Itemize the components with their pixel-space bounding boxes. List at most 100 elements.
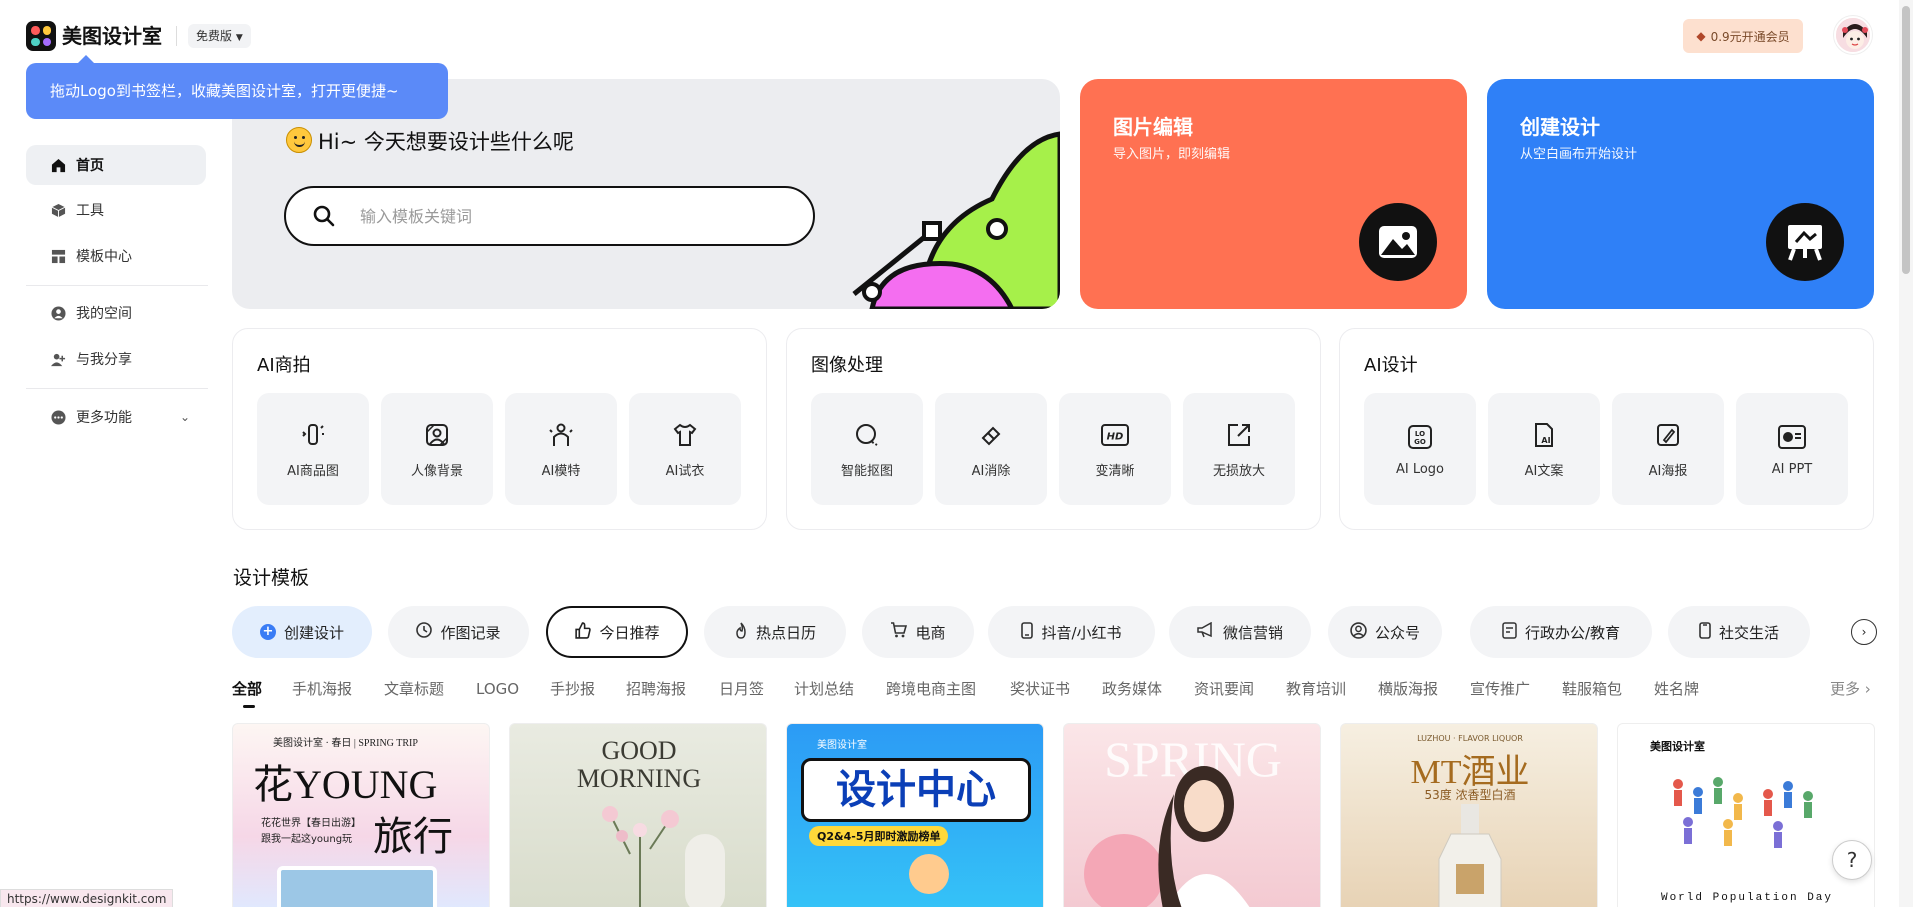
category-tab[interactable]: 姓名牌 xyxy=(1654,676,1699,702)
template-card[interactable]: 美图设计室 World Population Day xyxy=(1617,723,1875,907)
ppt-icon xyxy=(1777,422,1807,452)
tool-ai-poster[interactable]: AI海报 xyxy=(1612,393,1724,505)
category-tab[interactable]: 手机海报 xyxy=(292,676,352,702)
category-tab[interactable]: 招聘海报 xyxy=(626,676,686,702)
scrollbar-thumb[interactable] xyxy=(1902,6,1910,274)
sidebar-item-label: 首页 xyxy=(76,158,104,174)
category-tab[interactable]: LOGO xyxy=(476,676,519,702)
category-tab[interactable]: 资讯要闻 xyxy=(1194,676,1254,702)
status-url: https://www.designkit.com xyxy=(0,889,174,907)
vip-button[interactable]: ◆ 0.9元开通会员 xyxy=(1683,19,1803,53)
document-edit-icon xyxy=(1502,621,1517,643)
avatar[interactable] xyxy=(1834,16,1872,54)
tool-portrait-bg[interactable]: 人像背景 xyxy=(381,393,493,505)
template-card[interactable]: 美图设计室 设计中心 Q2&4-5月即时激励榜单 xyxy=(786,723,1044,907)
category-tab[interactable]: 奖状证书 xyxy=(1010,676,1070,702)
image-edit-card[interactable]: 图片编辑 导入图片，即刻编辑 xyxy=(1080,79,1467,309)
chip-office-education[interactable]: 行政办公/教育 xyxy=(1470,606,1652,658)
chip-douyin-xhs[interactable]: 抖音/小红书 xyxy=(988,606,1155,658)
portrait-illustration xyxy=(1084,766,1250,907)
chevron-right-icon[interactable]: › xyxy=(1851,619,1877,645)
thumbs-up-icon xyxy=(574,621,592,643)
chip-today-recommend[interactable]: 今日推荐 xyxy=(546,606,688,658)
template-brand: 美图设计室 xyxy=(1650,740,1705,753)
sidebar-item-shared[interactable]: 与我分享 xyxy=(26,339,206,379)
chip-hot-calendar[interactable]: 热点日历 xyxy=(704,606,846,658)
portrait-bg-icon xyxy=(422,420,452,450)
sidebar-item-label: 我的空间 xyxy=(76,306,132,322)
template-panel: 设计中心 xyxy=(801,758,1031,822)
template-headline: 设计中心 xyxy=(836,767,996,813)
tool-enhance[interactable]: HD 变清晰 xyxy=(1059,393,1171,505)
sidebar-item-my-space[interactable]: 我的空间 xyxy=(26,293,206,333)
svg-text:LO: LO xyxy=(1415,430,1425,438)
cube-icon xyxy=(50,202,66,218)
sidebar-item-more[interactable]: 更多功能 ⌄ xyxy=(26,397,206,437)
chip-label: 创建设计 xyxy=(283,623,344,642)
tool-label: 无损放大 xyxy=(1212,463,1265,479)
avatar-image xyxy=(1836,18,1870,52)
category-tab[interactable]: 鞋服箱包 xyxy=(1562,676,1622,702)
template-card[interactable]: 美图设计室 · 春日 | SPRING TRIP 花YOUNG 花花世界【春日出… xyxy=(232,723,490,907)
sidebar-item-label: 工具 xyxy=(76,203,104,219)
sidebar-divider xyxy=(26,285,208,286)
sidebar-item-home[interactable]: 首页 xyxy=(26,145,206,185)
sidebar-item-templates[interactable]: 模板中心 xyxy=(26,236,206,276)
template-card[interactable]: LUZHOU · FLAVOR LIQUOR MT酒业 53度 浓香型白酒 xyxy=(1340,723,1598,907)
category-tab[interactable]: 教育培训 xyxy=(1286,676,1346,702)
category-tab-all[interactable]: 全部 xyxy=(232,676,262,702)
bottle-illustration xyxy=(1438,804,1502,907)
character-illustration xyxy=(909,854,949,894)
layout-icon xyxy=(50,248,66,264)
bookmark-tooltip: 拖动Logo到书签栏，收藏美图设计室，打开更便捷~ xyxy=(26,55,448,119)
tool-ai-ppt[interactable]: AI PPT xyxy=(1736,393,1848,505)
create-design-card[interactable]: 创建设计 从空白画布开始设计 xyxy=(1487,79,1874,309)
chip-label: 抖音/小红书 xyxy=(1041,623,1122,642)
category-tab[interactable]: 跨境电商主图 xyxy=(886,676,976,702)
template-brand: 美图设计室 · 春日 | SPRING TRIP xyxy=(273,738,418,749)
chip-history[interactable]: 作图记录 xyxy=(388,606,529,658)
image-icon[interactable] xyxy=(1359,203,1437,281)
chip-create-design[interactable]: + 创建设计 xyxy=(232,606,372,658)
template-search-box[interactable] xyxy=(284,186,815,246)
model-icon xyxy=(546,420,576,450)
template-card[interactable]: GOOD MORNING xyxy=(509,723,767,907)
tool-upscale[interactable]: 无损放大 xyxy=(1183,393,1295,505)
more-link[interactable]: 更多 › xyxy=(1830,676,1871,702)
category-tab[interactable]: 政务媒体 xyxy=(1102,676,1162,702)
search-input[interactable] xyxy=(360,202,780,230)
plan-badge[interactable]: 免费版 ▼ xyxy=(188,24,251,48)
active-tab-indicator xyxy=(243,705,255,708)
chip-wechat-marketing[interactable]: 微信营销 xyxy=(1169,606,1311,658)
tool-ai-tryon[interactable]: AI试衣 xyxy=(629,393,741,505)
category-tab[interactable]: 文章标题 xyxy=(384,676,444,702)
tool-ai-copywriting[interactable]: AI AI文案 xyxy=(1488,393,1600,505)
category-tab[interactable]: 计划总结 xyxy=(794,676,854,702)
category-tab[interactable]: 宣传推广 xyxy=(1470,676,1530,702)
chip-social-life[interactable]: 社交生活 xyxy=(1668,606,1810,658)
svg-text:GO: GO xyxy=(1414,438,1426,446)
tool-ai-model[interactable]: AI模特 xyxy=(505,393,617,505)
category-tab[interactable]: 日月签 xyxy=(719,676,764,702)
search-icon xyxy=(312,204,336,232)
help-button[interactable]: ? xyxy=(1832,840,1872,880)
category-tab[interactable]: 手抄报 xyxy=(550,676,595,702)
tool-ai-product[interactable]: AI商品图 xyxy=(257,393,369,505)
category-tab[interactable]: 横版海报 xyxy=(1378,676,1438,702)
card-subtitle: 导入图片，即刻编辑 xyxy=(1113,147,1231,162)
app-name[interactable]: 美图设计室 xyxy=(62,21,162,51)
hero-greeting: Hi~ 今天想要设计些什么呢 xyxy=(286,127,574,157)
template-card[interactable]: SPRING xyxy=(1063,723,1321,907)
clock-icon xyxy=(416,622,433,642)
smile-emoji-icon xyxy=(286,127,312,153)
chip-ecommerce[interactable]: 电商 xyxy=(862,606,974,658)
tool-ai-logo[interactable]: LO GO AI Logo xyxy=(1364,393,1476,505)
tool-smart-cutout[interactable]: 智能抠图 xyxy=(811,393,923,505)
tool-ai-eraser[interactable]: AI消除 xyxy=(935,393,1047,505)
hd-icon: HD xyxy=(1100,420,1130,450)
sidebar-item-label: 与我分享 xyxy=(76,352,132,368)
app-logo-icon[interactable] xyxy=(26,21,56,51)
easel-icon[interactable] xyxy=(1766,203,1844,281)
sidebar-item-tools[interactable]: 工具 xyxy=(26,190,206,230)
chip-official-account[interactable]: 公众号 xyxy=(1328,606,1442,658)
